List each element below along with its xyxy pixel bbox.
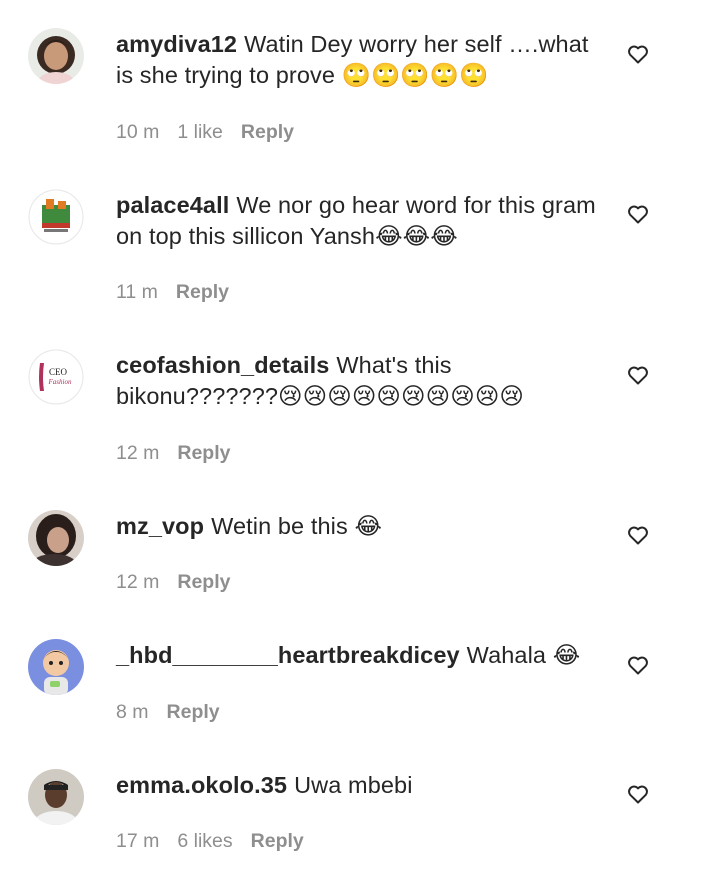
comment-time: 8 m [116,701,149,723]
like-button[interactable] [626,782,650,806]
like-button[interactable] [626,42,650,66]
avatar[interactable] [28,639,84,695]
avatar[interactable] [28,189,84,245]
heart-outline-icon [628,366,648,385]
avatar[interactable]: CEO Fashion [28,349,84,405]
svg-text:Fashion: Fashion [48,378,72,386]
like-button[interactable] [626,653,650,677]
comment-time: 11 m [116,281,158,303]
avatar[interactable] [28,769,84,825]
comment-likes[interactable]: 6 likes [177,830,232,852]
like-button[interactable] [626,202,650,226]
comment-username[interactable]: emma.okolo.35 [116,772,287,798]
svg-text:CEO: CEO [49,367,68,377]
like-button[interactable] [626,523,650,547]
comment-text: Wetin be this 😂 [211,513,383,539]
avatar-woman-photo-icon [28,28,84,84]
reply-button[interactable]: Reply [176,281,229,303]
heart-outline-icon [628,205,648,224]
heart-outline-icon [628,526,648,545]
reply-button[interactable]: Reply [251,830,304,852]
comment-username[interactable]: amydiva12 [116,31,237,57]
reply-button[interactable]: Reply [177,571,230,593]
comment-time: 12 m [116,571,160,593]
comment-time: 10 m [116,121,160,143]
avatar[interactable] [28,510,84,566]
avatar-cartoon-baby-icon [28,639,84,695]
comment-username[interactable]: palace4all [116,192,229,218]
avatar-man-photo-icon [28,769,84,825]
avatar[interactable] [28,28,84,84]
avatar-ceo-fashion-logo-icon: CEO Fashion [28,349,84,405]
comment-username[interactable]: _hbd________heartbreakdicey [116,642,460,668]
comment-username[interactable]: mz_vop [116,513,204,539]
comment-time: 12 m [116,442,160,464]
comment-text: Uwa mbebi [294,772,413,798]
comment-text: Wahala 😂 [466,642,581,668]
reply-button[interactable]: Reply [241,121,294,143]
heart-outline-icon [628,45,648,64]
comment-time: 17 m [116,830,160,852]
reply-button[interactable]: Reply [167,701,220,723]
comment-likes[interactable]: 1 like [177,121,223,143]
like-button[interactable] [626,363,650,387]
avatar-palace-logo-icon [28,189,84,245]
avatar-woman-photo-icon [28,510,84,566]
heart-outline-icon [628,656,648,675]
comment-username[interactable]: ceofashion_details [116,352,329,378]
heart-outline-icon [628,785,648,804]
reply-button[interactable]: Reply [177,442,230,464]
